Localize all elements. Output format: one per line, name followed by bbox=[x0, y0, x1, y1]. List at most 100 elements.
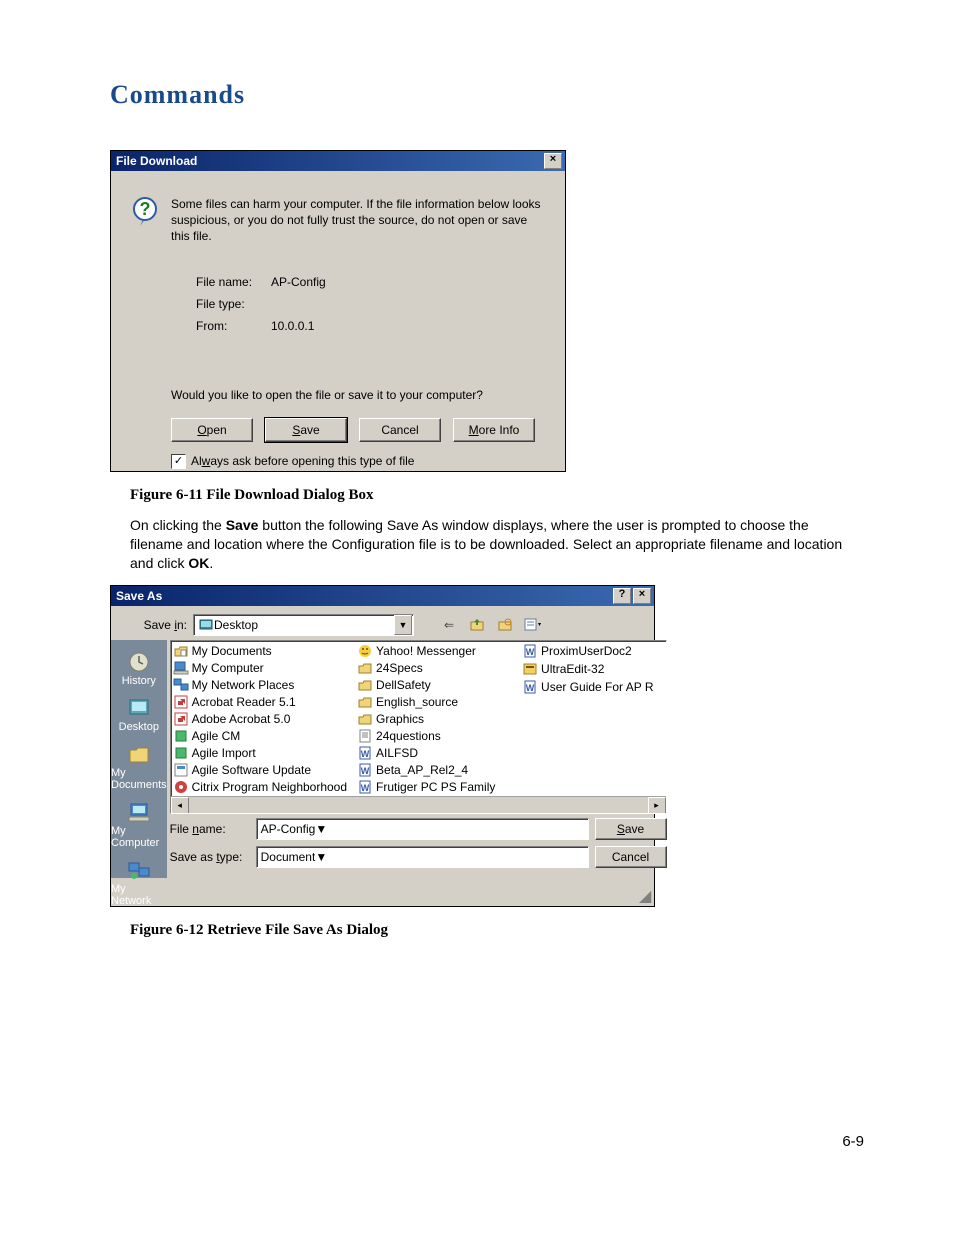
list-item[interactable]: Microsoft Project bbox=[357, 813, 512, 814]
save-button[interactable]: Save bbox=[265, 418, 347, 442]
list-item[interactable]: WProximUserDoc2 bbox=[522, 643, 654, 660]
computer-icon bbox=[173, 660, 189, 676]
app-icon bbox=[522, 661, 538, 677]
places-my-computer[interactable]: My Computer bbox=[111, 796, 167, 852]
list-item[interactable]: 24Specs bbox=[357, 660, 512, 676]
word-file-icon: W bbox=[357, 745, 373, 761]
folder-icon bbox=[357, 694, 373, 710]
up-one-level-icon[interactable] bbox=[466, 615, 488, 635]
scroll-right-icon[interactable]: ▸ bbox=[648, 797, 666, 814]
app-icon bbox=[173, 728, 189, 744]
list-item[interactable]: DellSafety bbox=[357, 677, 512, 693]
folder-icon bbox=[124, 741, 154, 767]
list-item[interactable]: WFrutiger PC PS Family bbox=[357, 779, 512, 795]
app-icon bbox=[173, 779, 189, 795]
question-text: Would you like to open the file or save … bbox=[171, 388, 545, 402]
dialog-title: File Download bbox=[116, 154, 544, 168]
save-as-type-combo[interactable]: Document ▼ bbox=[256, 846, 589, 868]
help-icon[interactable]: ? bbox=[613, 588, 631, 604]
list-item[interactable]: WinZip bbox=[173, 813, 347, 814]
computer-icon bbox=[124, 799, 154, 825]
svg-text:W: W bbox=[361, 783, 370, 793]
folder-icon bbox=[357, 660, 373, 676]
always-ask-checkbox[interactable]: ✓ bbox=[171, 454, 186, 469]
svg-text:W: W bbox=[526, 683, 535, 693]
list-item[interactable]: Adobe Acrobat 5.0 bbox=[173, 711, 347, 727]
back-icon[interactable]: ⇐ bbox=[438, 615, 460, 635]
word-file-icon: W bbox=[357, 762, 373, 778]
horizontal-scrollbar[interactable]: ◂ ▸ bbox=[171, 796, 666, 813]
new-folder-icon[interactable] bbox=[494, 615, 516, 635]
section-heading: Commands bbox=[110, 80, 864, 110]
dialog-titlebar: Save As ? × bbox=[111, 586, 654, 606]
from-label: From: bbox=[196, 319, 271, 333]
word-file-icon: W bbox=[357, 779, 373, 795]
views-icon[interactable] bbox=[522, 615, 544, 635]
dropdown-button[interactable]: ▼ bbox=[394, 615, 412, 635]
places-my-network[interactable]: My Network P... bbox=[111, 854, 167, 922]
dialog-title: Save As bbox=[116, 589, 613, 603]
places-desktop[interactable]: Desktop bbox=[111, 692, 167, 736]
cancel-button[interactable]: Cancel bbox=[359, 418, 441, 442]
places-my-documents[interactable]: My Documents bbox=[111, 738, 167, 794]
open-button[interactable]: Open bbox=[171, 418, 253, 442]
places-bar: History Desktop My Documents My Computer… bbox=[111, 640, 167, 878]
word-file-icon: W bbox=[522, 643, 538, 659]
file-list[interactable]: My Documents My Computer My Network Plac… bbox=[170, 640, 667, 814]
shortcut-icon bbox=[173, 694, 189, 710]
file-type-label: File type: bbox=[196, 297, 271, 311]
cancel-button[interactable]: Cancel bbox=[595, 846, 667, 868]
text-file-icon bbox=[357, 728, 373, 744]
always-ask-label: Always ask before opening this type of f… bbox=[191, 454, 414, 468]
resize-grip-icon[interactable]: ◢ bbox=[639, 891, 653, 905]
save-as-type-label: Save as type: bbox=[170, 850, 250, 864]
list-item[interactable]: WUser Guide For AP R bbox=[522, 679, 654, 696]
svg-text:W: W bbox=[361, 749, 370, 759]
figure-caption-2: Figure 6-12 Retrieve File Save As Dialog bbox=[130, 922, 864, 939]
list-item[interactable]: Acrobat Reader 5.1 bbox=[173, 694, 347, 710]
network-icon bbox=[124, 857, 154, 883]
save-in-label: Save in: bbox=[119, 618, 187, 632]
close-icon[interactable]: × bbox=[544, 153, 562, 169]
file-name-value: AP-Config bbox=[271, 275, 326, 289]
more-info-button[interactable]: More Info bbox=[453, 418, 535, 442]
folder-icon bbox=[173, 643, 189, 659]
desktop-icon bbox=[198, 617, 214, 633]
list-item[interactable]: My Computer bbox=[173, 660, 347, 676]
list-item[interactable]: Graphics bbox=[357, 711, 512, 727]
scroll-left-icon[interactable]: ◂ bbox=[171, 797, 189, 814]
body-paragraph: On clicking the Save button the followin… bbox=[130, 516, 864, 573]
word-file-icon: W bbox=[522, 679, 538, 695]
list-item[interactable]: English_source bbox=[357, 694, 512, 710]
app-icon bbox=[173, 813, 189, 814]
list-item[interactable]: My Documents bbox=[173, 643, 347, 659]
list-item[interactable]: WAILFSD bbox=[357, 745, 512, 761]
warning-text: Some files can harm your computer. If th… bbox=[171, 196, 545, 245]
file-name-label: File name: bbox=[196, 275, 271, 289]
list-item[interactable]: Citrix Program Neighborhood bbox=[173, 779, 347, 795]
from-value: 10.0.0.1 bbox=[271, 319, 314, 333]
svg-text:W: W bbox=[526, 647, 535, 657]
file-name-input[interactable]: AP-Config ▼ bbox=[256, 818, 589, 840]
app-icon bbox=[173, 745, 189, 761]
list-item[interactable]: WBeta_AP_Rel2_4 bbox=[357, 762, 512, 778]
desktop-icon bbox=[124, 695, 154, 721]
list-item[interactable]: My Network Places bbox=[173, 677, 347, 693]
close-icon[interactable]: × bbox=[633, 588, 651, 604]
dropdown-button[interactable]: ▼ bbox=[315, 822, 327, 836]
svg-text:W: W bbox=[361, 766, 370, 776]
save-in-combo[interactable]: Desktop ▼ bbox=[193, 614, 414, 636]
list-item[interactable]: 24questions bbox=[357, 728, 512, 744]
places-history[interactable]: History bbox=[111, 646, 167, 690]
dialog-titlebar: File Download × bbox=[111, 151, 565, 171]
save-as-dialog: Save As ? × Save in: Desktop ▼ ⇐ bbox=[110, 585, 655, 907]
dropdown-button[interactable]: ▼ bbox=[315, 850, 327, 864]
save-button[interactable]: Save bbox=[595, 818, 667, 840]
list-item[interactable]: Agile Software Update bbox=[173, 762, 347, 778]
list-item[interactable]: Yahoo! Messenger bbox=[357, 643, 512, 659]
file-name-label: File name: bbox=[170, 822, 250, 836]
app-icon bbox=[357, 643, 373, 659]
list-item[interactable]: Agile Import bbox=[173, 745, 347, 761]
list-item[interactable]: Agile CM bbox=[173, 728, 347, 744]
list-item[interactable]: UltraEdit-32 bbox=[522, 661, 654, 678]
